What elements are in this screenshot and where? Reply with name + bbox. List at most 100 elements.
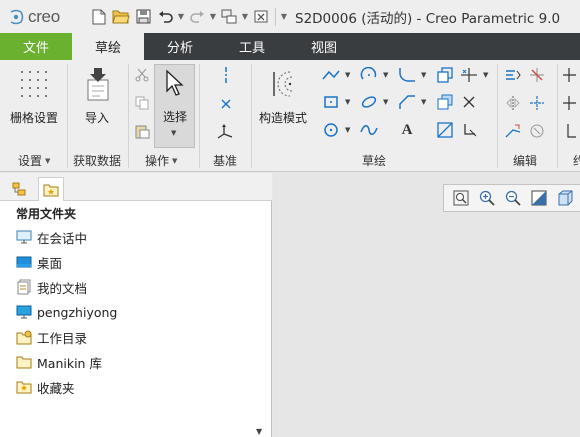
chevron-down-icon[interactable]: ▼ [421, 98, 426, 106]
group-settings-label: 设置 [18, 154, 43, 168]
circle-icon [324, 123, 338, 137]
window-title: S2D0006 (活动的) - Creo Parametric 9.0 [295, 10, 561, 27]
new-file-button[interactable] [88, 6, 110, 28]
regenerate-button[interactable] [218, 6, 240, 28]
paste-icon [135, 125, 149, 138]
undo-button[interactable] [154, 6, 176, 28]
thicken-tool-button[interactable] [434, 120, 456, 140]
graphics-area[interactable] [273, 173, 580, 437]
chevron-down-icon[interactable]: ▼ [345, 71, 350, 79]
favorites-folder-icon [43, 184, 59, 196]
redo-button[interactable] [186, 6, 208, 28]
spline-tool-button[interactable] [358, 120, 380, 140]
mirror-button[interactable] [503, 93, 523, 113]
tab-folder-browser[interactable] [38, 177, 64, 201]
group-operations[interactable]: 操作 ▼ [145, 152, 177, 169]
display-style-icon [558, 190, 573, 206]
undo-dropdown[interactable]: ▼ [176, 6, 186, 28]
toolbar-divider [275, 7, 276, 26]
regenerate-dropdown[interactable]: ▼ [240, 6, 250, 28]
repaint-button[interactable] [526, 186, 552, 210]
text-tool-button[interactable]: A [396, 120, 418, 140]
chevron-down-icon[interactable]: ▼ [383, 98, 388, 106]
tab-file[interactable]: 文件 [0, 33, 72, 60]
fillet-tool-button[interactable] [396, 65, 418, 85]
nav-item-user[interactable]: pengzhiyong [16, 302, 117, 322]
circle-tool-button[interactable] [320, 120, 342, 140]
trim-tool-button[interactable] [458, 65, 480, 85]
rectangle-icon [324, 96, 338, 108]
coordinate-system-button[interactable] [214, 122, 236, 142]
open-folder-icon [112, 10, 130, 24]
undo-icon [158, 11, 173, 23]
group-divider [67, 64, 68, 168]
navigator-panel: 常用文件夹 在会话中 桌面 我的文档 pengzhiyong 工作目录 Mani [0, 173, 272, 437]
chevron-down-icon[interactable]: ▼ [345, 126, 350, 134]
customize-toolbar-dropdown[interactable]: ▼ [279, 6, 289, 28]
refresh-icon [530, 124, 544, 138]
nav-item-label: Manikin 库 [37, 355, 102, 371]
desktop-icon [16, 254, 32, 270]
nav-item-my-documents[interactable]: 我的文档 [16, 277, 87, 297]
divide-tool-button[interactable] [458, 92, 480, 112]
ellipse-tool-button[interactable] [358, 92, 380, 112]
copy-button[interactable] [133, 94, 151, 112]
collapse-chevron-icon[interactable]: ▼ [256, 427, 262, 436]
horizontal-constraint-button[interactable] [560, 93, 578, 113]
open-file-button[interactable] [110, 6, 132, 28]
perpendicular-constraint-button[interactable] [560, 121, 578, 141]
origin-tool-button[interactable] [458, 120, 480, 140]
nav-item-label: pengzhiyong [37, 304, 118, 320]
tab-sketch[interactable]: 草绘 [72, 33, 144, 60]
delete-segment-button[interactable] [527, 65, 547, 85]
grid-settings-button[interactable] [16, 66, 52, 102]
perpendicular-icon [567, 124, 576, 138]
close-window-button[interactable] [250, 6, 272, 28]
nav-item-in-session[interactable]: 在会话中 [16, 227, 87, 247]
rotate-resize-button[interactable] [503, 121, 523, 141]
tab-view[interactable]: 视图 [288, 33, 360, 60]
nav-item-manikin-library[interactable]: Manikin 库 [16, 352, 102, 372]
offset-tool-button[interactable] [434, 65, 456, 85]
tab-tools[interactable]: 工具 [216, 33, 288, 60]
rectangle-tool-button[interactable] [320, 92, 342, 112]
nav-item-favorites[interactable]: 收藏夹 [16, 377, 75, 397]
modify-button[interactable] [503, 65, 523, 85]
vertical-constraint-icon [563, 68, 576, 82]
regenerate-icon [221, 9, 237, 24]
chevron-down-icon[interactable]: ▼ [483, 71, 488, 79]
save-button[interactable] [132, 6, 154, 28]
project-tool-button[interactable] [434, 92, 456, 112]
select-label: 选择 [163, 110, 188, 124]
cut-button[interactable] [133, 66, 151, 84]
group-constrain-label: 约 [573, 154, 580, 168]
nav-item-desktop[interactable]: 桌面 [16, 252, 62, 272]
chevron-down-icon[interactable]: ▼ [383, 71, 388, 79]
chevron-down-icon[interactable]: ▼ [345, 98, 350, 106]
paste-button[interactable] [133, 122, 151, 140]
nav-item-working-directory[interactable]: 工作目录 [16, 327, 87, 347]
arc-tool-button[interactable] [358, 65, 380, 85]
corner-button[interactable] [527, 93, 547, 113]
divide-arc-button[interactable] [527, 121, 547, 141]
import-button[interactable] [80, 64, 114, 104]
zoom-out-button[interactable] [500, 186, 526, 210]
fillet-icon [399, 68, 415, 82]
library-folder-icon [16, 354, 32, 370]
zoom-in-button[interactable] [474, 186, 500, 210]
chevron-down-icon[interactable]: ▼ [421, 71, 426, 79]
construction-mode-button[interactable] [268, 66, 302, 102]
refit-button[interactable] [448, 186, 474, 210]
tab-analysis[interactable]: 分析 [144, 33, 216, 60]
point-button[interactable] [216, 94, 236, 114]
centerline-button[interactable] [216, 66, 236, 86]
vertical-constraint-button[interactable] [560, 65, 578, 85]
tab-model-tree[interactable] [6, 177, 32, 201]
redo-dropdown[interactable]: ▼ [208, 6, 218, 28]
line-tool-button[interactable] [320, 65, 342, 85]
display-style-button[interactable] [552, 186, 578, 210]
group-settings[interactable]: 设置 ▼ [18, 152, 50, 169]
group-datum: 基准 [213, 152, 237, 169]
chamfer-tool-button[interactable] [396, 92, 418, 112]
nav-item-label: 在会话中 [37, 230, 88, 246]
